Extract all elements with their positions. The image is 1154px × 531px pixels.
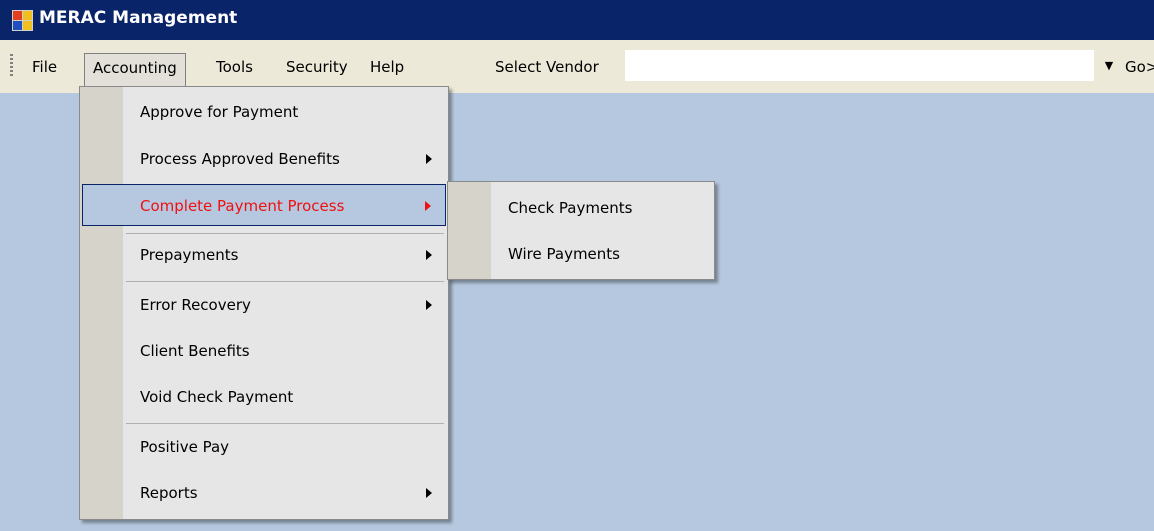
menu-item-label: Process Approved Benefits [140,150,340,168]
title-bar: MERAC Management [0,0,1154,40]
menu-item-reports[interactable]: Reports [82,472,446,514]
submenu-arrow-icon [426,488,432,498]
submenu-arrow-icon [426,154,432,164]
menu-item-client-benefits[interactable]: Client Benefits [82,330,446,372]
menu-item-process-approved-benefits[interactable]: Process Approved Benefits [82,138,446,180]
menu-item-complete-payment-process[interactable]: Complete Payment Process [82,184,446,226]
submenu-arrow-icon [426,250,432,260]
menu-item-check-payments[interactable]: Check Payments [450,187,712,229]
menu-item-positive-pay[interactable]: Positive Pay [82,426,446,468]
menu-file[interactable]: File [24,53,65,81]
menu-tools[interactable]: Tools [208,53,261,81]
menu-help[interactable]: Help [362,53,412,81]
submenu-arrow-icon [425,201,431,211]
vendor-label: Select Vendor [495,58,599,76]
menu-item-label: Error Recovery [140,296,251,314]
vendor-select[interactable] [625,50,1094,81]
menu-item-wire-payments[interactable]: Wire Payments [450,233,712,275]
menu-item-label: Positive Pay [140,438,230,456]
menu-accounting[interactable]: Accounting [84,53,186,87]
submenu-arrow-icon [426,300,432,310]
dropdown-arrow-icon[interactable]: ▼ [1094,50,1124,81]
menu-separator [126,423,444,424]
go-button[interactable]: Go> [1125,53,1154,81]
window-title: MERAC Management [39,8,238,28]
menu-item-label: Prepayments [140,246,239,264]
app-window-icon [12,10,33,31]
menu-item-label: Void Check Payment [140,388,294,406]
menu-item-label: Approve for Payment [140,103,299,121]
complete-payment-submenu: Check Payments Wire Payments [447,181,715,280]
menu-item-prepayments[interactable]: Prepayments [82,234,446,276]
menu-item-label: Wire Payments [508,245,620,263]
menu-item-label: Check Payments [508,199,633,217]
menu-item-void-check-payment[interactable]: Void Check Payment [82,376,446,418]
accounting-dropdown-menu: Approve for Payment Process Approved Ben… [79,86,449,520]
menu-item-label: Client Benefits [140,342,250,360]
menu-item-error-recovery[interactable]: Error Recovery [82,284,446,326]
menu-security[interactable]: Security [278,53,356,81]
menu-separator [126,281,444,282]
toolbar-grip-icon[interactable] [10,54,13,78]
menu-item-approve-for-payment[interactable]: Approve for Payment [82,91,446,133]
menu-item-label: Reports [140,484,198,502]
menu-item-label: Complete Payment Process [140,197,345,215]
